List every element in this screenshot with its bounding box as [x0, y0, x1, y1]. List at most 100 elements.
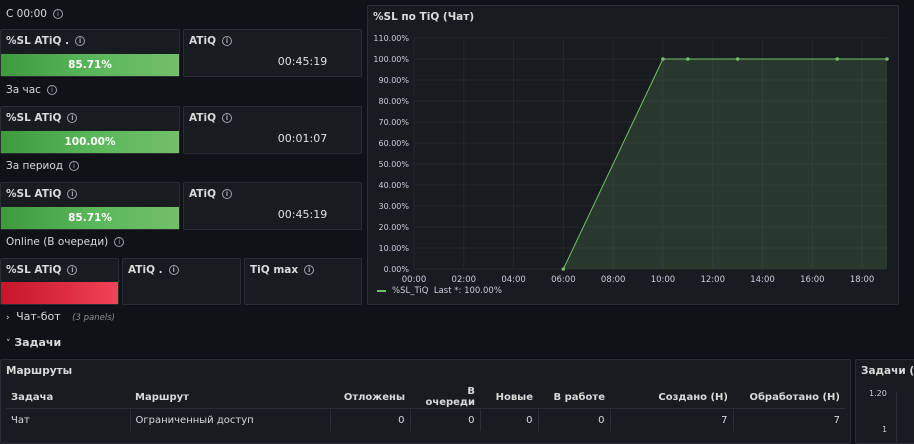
column-header-postponed[interactable]: Отложены	[330, 386, 410, 409]
y-tick-label: 0.00%	[384, 265, 410, 274]
row-per-period[interactable]: За период i	[6, 160, 80, 172]
row-chatbot-collapsed[interactable]: › Чат-бот (3 panels)	[6, 310, 115, 323]
atiq-panel-since-midnight[interactable]: ATiQ i 00:45:19	[183, 29, 362, 77]
sl-gauge-value: 100.00%	[64, 136, 116, 148]
panel-title: ATiQ	[189, 188, 216, 200]
column-header-created[interactable]: Создано (Н)	[610, 386, 733, 409]
series-point	[835, 57, 840, 61]
info-icon[interactable]: i	[52, 9, 63, 19]
series-point	[661, 57, 665, 61]
sl-by-tiq-chart-panel[interactable]: %SL по TiQ (Чат) 0.00% 10.00% 20.00% 30.00%…	[367, 5, 899, 305]
x-tick-label: 18:00	[850, 275, 875, 285]
row-tasks-title: Задачи	[14, 336, 62, 349]
y-tick-label: 60.00%	[378, 139, 409, 148]
series-point	[885, 57, 889, 61]
column-header-task[interactable]: Задача	[6, 386, 130, 409]
sl-gauge-bar: 85.71%	[1, 207, 179, 229]
panel-title: ATiQ	[189, 35, 216, 47]
legend-swatch	[377, 289, 386, 292]
sl-atiq-panel-since-midnight[interactable]: %SL ATiQ . i 85.71%	[0, 29, 180, 77]
info-icon[interactable]: i	[46, 85, 57, 95]
atiq-value: 00:45:19	[277, 55, 328, 68]
table-cell-new: 0	[479, 408, 538, 431]
info-icon[interactable]: i	[67, 189, 78, 199]
series-point	[561, 267, 566, 271]
chevron-right-icon: ›	[6, 313, 10, 323]
sl-gauge-value: 85.71%	[68, 59, 112, 71]
table-cell-postponed: 0	[329, 408, 410, 431]
row-since-midnight[interactable]: С 00:00 i	[6, 8, 63, 20]
info-icon[interactable]: i	[67, 113, 78, 123]
table-row: Чат Ограниченный доступ 0 0 0 0 7 7	[6, 408, 845, 431]
info-icon[interactable]: i	[222, 36, 232, 46]
atiq-panel-per-period[interactable]: ATiQ i 00:45:19	[183, 182, 362, 230]
y-tick-label: 70.00%	[378, 118, 409, 127]
y-tick-label: 50.00%	[378, 160, 409, 169]
y-tick-label: 30.00%	[378, 202, 409, 211]
info-icon[interactable]: i	[114, 237, 125, 247]
panel-title: %SL ATiQ	[6, 264, 62, 276]
panel-title: %SL ATiQ	[6, 112, 62, 124]
side-y-tick-top: 1.20	[869, 389, 887, 398]
panel-title: %SL ATiQ	[6, 188, 62, 200]
panel-title: ATiQ .	[128, 264, 163, 276]
sl-gauge-bar: 85.71%	[1, 54, 179, 76]
row-per-hour-label: За час	[6, 84, 41, 96]
series-point	[686, 57, 690, 61]
y-tick-label: 80.00%	[378, 97, 409, 106]
table-header-row: Задача Маршрут Отложены В очереди Новые …	[6, 386, 845, 409]
x-tick-label: 10:00	[651, 275, 676, 285]
row-since-midnight-label: С 00:00	[6, 8, 47, 20]
routes-table-panel[interactable]: Маршруты Задача Маршрут Отложены В очере…	[0, 359, 851, 444]
column-header-new[interactable]: Новые	[480, 386, 538, 409]
column-header-in-work[interactable]: В работе	[538, 386, 610, 409]
sl-gauge-bar: 100.00%	[1, 131, 179, 153]
table-cell-in-queue: 0	[409, 408, 480, 431]
sl-atiq-panel-online[interactable]: %SL ATiQ i	[0, 258, 119, 305]
y-tick-label: 40.00%	[378, 181, 409, 190]
info-icon[interactable]: i	[304, 265, 315, 275]
info-icon[interactable]: i	[69, 161, 80, 171]
x-tick-label: 06:00	[551, 275, 576, 285]
y-tick-label: 20.00%	[378, 223, 409, 232]
side-axis-line	[896, 392, 897, 442]
sl-gauge-value: 85.71%	[68, 212, 112, 224]
column-header-processed[interactable]: Обработано (Н)	[733, 386, 845, 409]
x-tick-label: 02:00	[452, 275, 477, 285]
table-cell-in-work: 0	[537, 408, 610, 431]
series-point	[735, 57, 740, 61]
row-per-hour[interactable]: За час i	[6, 84, 57, 96]
x-tick-label: 16:00	[800, 275, 825, 285]
row-online[interactable]: Online (В очереди) i	[6, 236, 125, 248]
sl-gauge-bar-red	[1, 282, 118, 304]
table-cell-route: Ограниченный доступ	[129, 408, 330, 431]
tiq-max-panel-online[interactable]: TiQ max i	[244, 258, 362, 305]
sl-atiq-panel-per-hour[interactable]: %SL ATiQ i 100.00%	[0, 106, 180, 154]
tasks-side-panel[interactable]: Задачи (Ча 1.20 1	[855, 359, 914, 444]
info-icon[interactable]: i	[75, 36, 86, 46]
routes-title: Маршруты	[6, 365, 73, 377]
y-tick-label: 90.00%	[378, 76, 409, 85]
info-icon[interactable]: i	[222, 189, 232, 199]
row-chatbot-meta: (3 panels)	[72, 313, 115, 323]
side-panel-title: Задачи (Ча	[861, 365, 914, 377]
row-tasks-expanded[interactable]: ˅ Задачи	[6, 336, 61, 349]
atiq-panel-per-hour[interactable]: ATiQ i 00:01:07	[183, 106, 362, 154]
legend-last-value: Last *: 100.00%	[433, 286, 502, 296]
info-icon[interactable]: i	[222, 113, 232, 123]
column-header-route[interactable]: Маршрут	[130, 386, 330, 409]
atiq-panel-online[interactable]: ATiQ . i	[122, 258, 241, 305]
info-icon[interactable]: i	[168, 265, 179, 275]
panel-title: ATiQ	[189, 112, 216, 124]
column-header-in-queue[interactable]: В очереди	[410, 386, 480, 409]
chart-legend[interactable]: %SL_TiQ Last *: 100.00%	[377, 286, 502, 296]
row-per-period-label: За период	[6, 160, 64, 172]
sl-tiq-chart: 0.00% 10.00% 20.00% 30.00% 40.00% 50.00% 60.00…	[373, 34, 889, 285]
info-icon[interactable]: i	[67, 265, 78, 275]
atiq-value: 00:45:19	[277, 208, 328, 221]
panel-title: TiQ max	[250, 264, 299, 276]
y-tick-label: 110.00%	[373, 34, 409, 43]
x-tick-label: 04:00	[501, 275, 526, 285]
panel-title: %SL ATiQ .	[6, 35, 70, 47]
sl-atiq-panel-per-period[interactable]: %SL ATiQ i 85.71%	[0, 182, 180, 230]
